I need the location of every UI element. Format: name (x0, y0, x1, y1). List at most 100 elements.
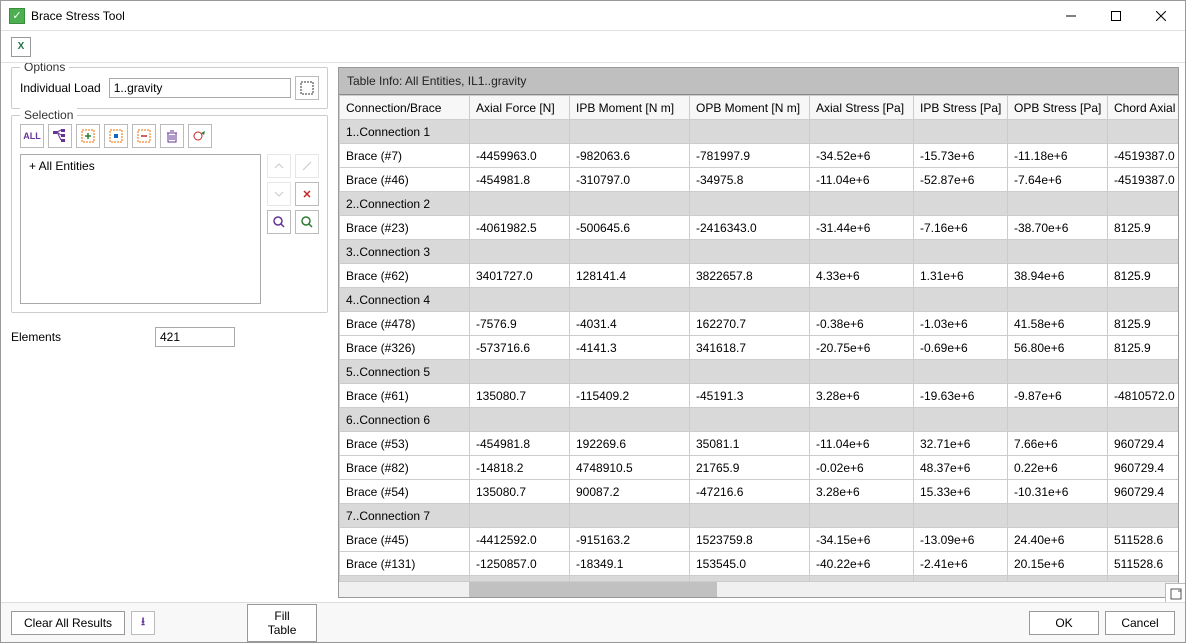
table-cell: Brace (#7) (340, 144, 470, 168)
col-axial-stress[interactable]: Axial Stress [Pa] (810, 96, 914, 120)
view-selection-button[interactable] (188, 124, 212, 148)
fill-table-button[interactable]: Fill Table (247, 604, 317, 642)
table-row[interactable]: Brace (#7)-4459963.0-982063.6-781997.9-3… (340, 144, 1179, 168)
table-cell: -573716.6 (470, 336, 570, 360)
table-group-row[interactable]: 4..Connection 4 (340, 288, 1179, 312)
selection-group: Selection ALL (11, 115, 328, 313)
table-row[interactable]: Brace (#326)-573716.6-4141.3341618.7-20.… (340, 336, 1179, 360)
maximize-button[interactable] (1093, 2, 1138, 30)
table-cell: -310797.0 (570, 168, 690, 192)
table-cell: 21765.9 (690, 456, 810, 480)
footer: Clear All Results ⭳ Fill Table OK Cancel (1, 602, 1185, 642)
table-cell: -4519387.0 (1108, 168, 1179, 192)
table-row[interactable]: Brace (#46)-454981.8-310797.0-34975.8-11… (340, 168, 1179, 192)
col-ipb-moment[interactable]: IPB Moment [N m] (570, 96, 690, 120)
main-window: ✓ Brace Stress Tool X Options Individual (0, 0, 1186, 643)
import-results-button[interactable]: ⭳ (131, 611, 155, 635)
table-cell: -4519387.0 (1108, 144, 1179, 168)
col-connection[interactable]: Connection/Brace (340, 96, 470, 120)
table-group-row[interactable]: 5..Connection 5 (340, 360, 1179, 384)
entity-list[interactable]: + All Entities (20, 154, 261, 304)
export-excel-button[interactable]: X (11, 37, 31, 57)
table-cell: 135080.7 (470, 480, 570, 504)
table-cell: Brace (#326) (340, 336, 470, 360)
table-cell: -11.04e+6 (810, 168, 914, 192)
table-group-row[interactable]: 6..Connection 6 (340, 408, 1179, 432)
table-cell: -1.03e+6 (914, 312, 1008, 336)
results-table-container: Table Info: All Entities, IL1..gravity C… (338, 67, 1179, 598)
expand-icon (1170, 588, 1182, 600)
table-cell: 35081.1 (690, 432, 810, 456)
cancel-button[interactable]: Cancel (1105, 611, 1175, 635)
table-row[interactable]: Brace (#82)-14818.24748910.521765.9-0.02… (340, 456, 1179, 480)
table-row[interactable]: Brace (#61)135080.7-115409.2-45191.33.28… (340, 384, 1179, 408)
select-marquee-remove-button[interactable] (132, 124, 156, 148)
table-scroll[interactable]: Connection/Brace Axial Force [N] IPB Mom… (339, 95, 1178, 581)
group-label-cell: 4..Connection 4 (340, 288, 470, 312)
zoom-highlight-button[interactable] (295, 210, 319, 234)
col-axial-force[interactable]: Axial Force [N] (470, 96, 570, 120)
select-marquee-toggle-button[interactable] (104, 124, 128, 148)
move-up-button (267, 154, 291, 178)
expand-panel-button[interactable] (1165, 583, 1185, 602)
select-marquee-add-button[interactable] (76, 124, 100, 148)
table-group-row[interactable]: 1..Connection 1 (340, 120, 1179, 144)
table-cell: -18349.1 (570, 552, 690, 576)
col-opb-stress[interactable]: OPB Stress [Pa] (1008, 96, 1108, 120)
table-row[interactable]: Brace (#23)-4061982.5-500645.6-2416343.0… (340, 216, 1179, 240)
minimize-button[interactable] (1048, 2, 1093, 30)
table-group-row[interactable]: 7..Connection 7 (340, 504, 1179, 528)
table-cell: -4810572.0 (1108, 384, 1179, 408)
table-row[interactable]: Brace (#54)135080.790087.2-47216.63.28e+… (340, 480, 1179, 504)
group-label-cell: 1..Connection 1 (340, 120, 470, 144)
table-row[interactable]: Brace (#62)3401727.0128141.43822657.84.3… (340, 264, 1179, 288)
table-group-row[interactable]: 3..Connection 3 (340, 240, 1179, 264)
entity-list-item[interactable]: + All Entities (23, 157, 258, 175)
table-row[interactable]: Brace (#478)-7576.9-4031.4162270.7-0.38e… (340, 312, 1179, 336)
table-row[interactable]: Brace (#131)-1250857.0-18349.1153545.0-4… (340, 552, 1179, 576)
ok-button[interactable]: OK (1029, 611, 1099, 635)
table-cell: -34.52e+6 (810, 144, 914, 168)
table-cell: 3401727.0 (470, 264, 570, 288)
select-hierarchy-button[interactable] (48, 124, 72, 148)
select-all-button[interactable]: ALL (20, 124, 44, 148)
zoom-entity-button[interactable] (267, 210, 291, 234)
table-cell: -7576.9 (470, 312, 570, 336)
table-group-row[interactable]: 2..Connection 2 (340, 192, 1179, 216)
table-row[interactable]: Brace (#45)-4412592.0-915163.21523759.8-… (340, 528, 1179, 552)
table-row[interactable]: Brace (#53)-454981.8192269.635081.1-11.0… (340, 432, 1179, 456)
table-cell: Brace (#478) (340, 312, 470, 336)
col-opb-moment[interactable]: OPB Moment [N m] (690, 96, 810, 120)
table-cell: -15.73e+6 (914, 144, 1008, 168)
col-chord-axial[interactable]: Chord Axial Force Left (1108, 96, 1179, 120)
table-cell: Brace (#54) (340, 480, 470, 504)
left-pane: Options Individual Load Selection ALL (1, 63, 336, 602)
close-icon (1156, 11, 1166, 21)
col-ipb-stress[interactable]: IPB Stress [Pa] (914, 96, 1008, 120)
group-label-cell: 6..Connection 6 (340, 408, 470, 432)
window-controls (1048, 2, 1183, 30)
remove-entity-button[interactable]: ✕ (295, 182, 319, 206)
table-cell: 1523759.8 (690, 528, 810, 552)
table-cell: 4748910.5 (570, 456, 690, 480)
horizontal-scrollbar[interactable] (339, 581, 1178, 597)
entity-area: + All Entities ✕ (20, 154, 319, 304)
trash-icon (165, 129, 179, 143)
title-bar: ✓ Brace Stress Tool (1, 1, 1185, 31)
table-group-row[interactable]: 8..Connection 8 (340, 576, 1179, 582)
table-cell: 41.58e+6 (1008, 312, 1108, 336)
magnifier-green-icon (301, 216, 313, 228)
edit-entity-button (295, 154, 319, 178)
close-button[interactable] (1138, 2, 1183, 30)
table-cell: 7.66e+6 (1008, 432, 1108, 456)
clear-all-results-button[interactable]: Clear All Results (11, 611, 125, 635)
select-load-button[interactable] (295, 76, 319, 100)
table-cell: 90087.2 (570, 480, 690, 504)
maximize-icon (1111, 11, 1121, 21)
individual-load-input[interactable] (109, 78, 291, 98)
options-group-label: Options (20, 63, 69, 74)
table-cell: 8125.9 (1108, 336, 1179, 360)
table-cell: -4412592.0 (470, 528, 570, 552)
download-icon: ⭳ (141, 613, 145, 632)
delete-selection-button[interactable] (160, 124, 184, 148)
